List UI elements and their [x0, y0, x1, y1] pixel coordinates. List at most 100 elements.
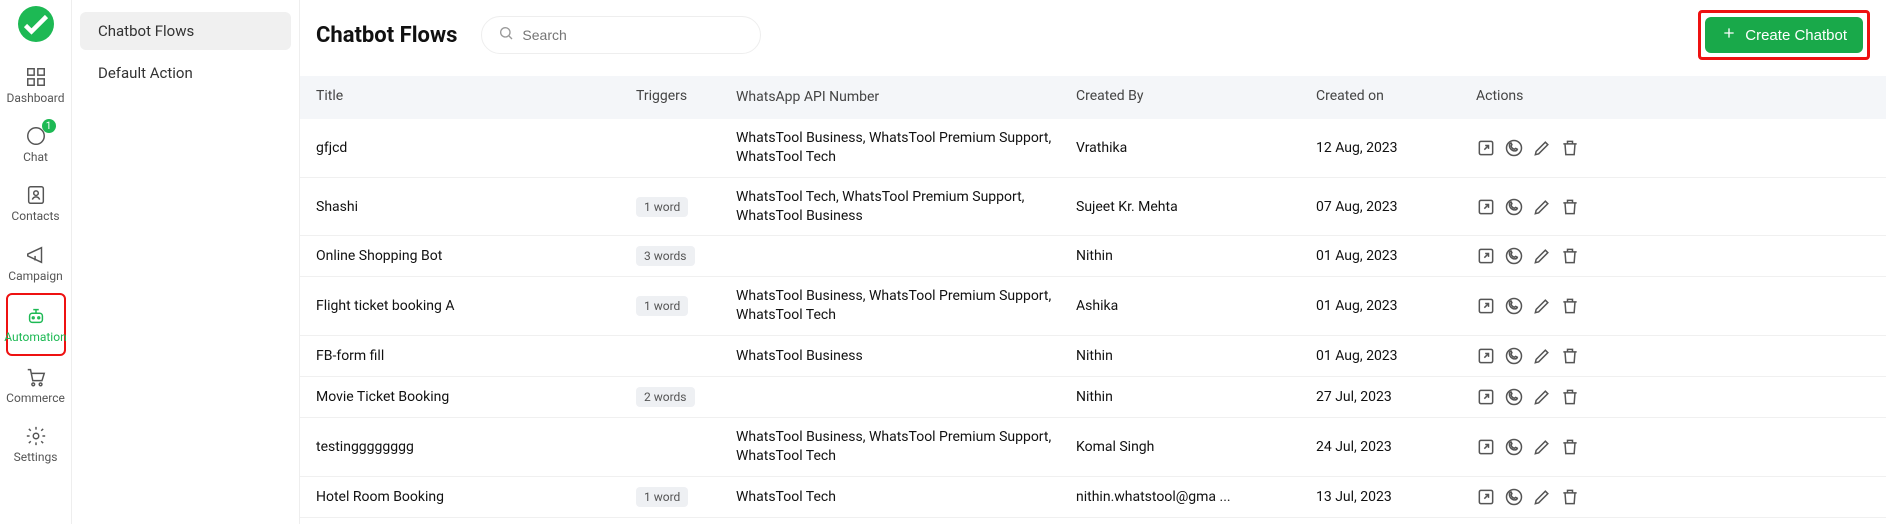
main-content: Chatbot Flows Create Chatbot Title Trigg… — [300, 0, 1886, 524]
edit-icon[interactable] — [1532, 246, 1552, 266]
cell-created-by: Nithin — [1076, 248, 1316, 264]
create-chatbot-button[interactable]: Create Chatbot — [1705, 17, 1863, 53]
nav-contacts-label: Contacts — [11, 210, 59, 223]
search-container[interactable] — [481, 16, 761, 54]
search-icon — [498, 25, 514, 45]
whatsapp-icon[interactable] — [1504, 296, 1524, 316]
search-input[interactable] — [522, 27, 744, 43]
col-actions: Actions — [1476, 88, 1870, 107]
plus-icon — [1721, 25, 1737, 45]
open-icon[interactable] — [1476, 437, 1496, 457]
page-title: Chatbot Flows — [316, 23, 457, 48]
open-icon[interactable] — [1476, 296, 1496, 316]
cell-created-by: Vrathika — [1076, 140, 1316, 156]
chat-badge: 1 — [42, 119, 56, 133]
cell-created-on: 01 Aug, 2023 — [1316, 248, 1476, 264]
col-triggers: Triggers — [636, 88, 736, 107]
cell-title: Hotel Room Booking — [316, 489, 636, 505]
trigger-chip: 1 word — [636, 487, 688, 507]
trigger-chip: 1 word — [636, 197, 688, 217]
open-icon[interactable] — [1476, 138, 1496, 158]
cell-triggers: 2 words — [636, 387, 736, 407]
delete-icon[interactable] — [1560, 487, 1580, 507]
nav-settings[interactable]: Settings — [6, 415, 66, 474]
nav-dashboard[interactable]: Dashboard — [6, 56, 66, 115]
sidebar-item-chatbot-flows[interactable]: Chatbot Flows — [80, 12, 291, 50]
cell-created-by: Komal Singh — [1076, 439, 1316, 455]
delete-icon[interactable] — [1560, 246, 1580, 266]
cell-triggers: 1 word — [636, 487, 736, 507]
table-row: Shashi 1 word WhatsTool Tech, WhatsTool … — [300, 178, 1886, 237]
whatsapp-icon[interactable] — [1504, 246, 1524, 266]
sidebar-item-default-action[interactable]: Default Action — [80, 54, 291, 92]
nav-campaign[interactable]: Campaign — [6, 234, 66, 293]
nav-contacts[interactable]: Contacts — [6, 174, 66, 233]
whatsapp-icon[interactable] — [1504, 487, 1524, 507]
nav-automation[interactable]: Automation — [6, 293, 66, 356]
cell-created-by: Nithin — [1076, 348, 1316, 364]
cell-triggers: 1 word — [636, 296, 736, 316]
delete-icon[interactable] — [1560, 138, 1580, 158]
cell-created-on: 12 Aug, 2023 — [1316, 140, 1476, 156]
nav-rail: Dashboard 1 Chat Contacts Campaign Autom… — [0, 0, 72, 524]
table-row: Flight ticket booking A 1 word WhatsTool… — [300, 277, 1886, 336]
whatsapp-icon[interactable] — [1504, 138, 1524, 158]
trigger-chip: 1 word — [636, 296, 688, 316]
edit-icon[interactable] — [1532, 387, 1552, 407]
open-icon[interactable] — [1476, 387, 1496, 407]
nav-chat[interactable]: 1 Chat — [6, 115, 66, 174]
col-created-by: Created By — [1076, 88, 1316, 107]
table-row: testingggggggg WhatsTool Business, Whats… — [300, 418, 1886, 477]
open-icon[interactable] — [1476, 246, 1496, 266]
delete-icon[interactable] — [1560, 437, 1580, 457]
cell-wapi: WhatsTool Tech — [736, 488, 1076, 507]
cell-title: FB-form fill — [316, 348, 636, 364]
whatsapp-icon[interactable] — [1504, 197, 1524, 217]
delete-icon[interactable] — [1560, 197, 1580, 217]
delete-icon[interactable] — [1560, 346, 1580, 366]
cell-created-on: 01 Aug, 2023 — [1316, 348, 1476, 364]
edit-icon[interactable] — [1532, 138, 1552, 158]
nav-dashboard-label: Dashboard — [6, 92, 64, 105]
trigger-chip: 3 words — [636, 246, 695, 266]
col-wapi: WhatsApp API Number — [736, 88, 1076, 107]
table-header: Title Triggers WhatsApp API Number Creat… — [300, 76, 1886, 119]
cell-title: Shashi — [316, 199, 636, 215]
cell-created-by: Ashika — [1076, 298, 1316, 314]
cell-triggers: 3 words — [636, 246, 736, 266]
edit-icon[interactable] — [1532, 437, 1552, 457]
cell-wapi: WhatsTool Business — [736, 347, 1076, 366]
edit-icon[interactable] — [1532, 346, 1552, 366]
cell-actions — [1476, 487, 1870, 507]
cell-wapi: WhatsTool Business, WhatsTool Premium Su… — [736, 428, 1076, 466]
delete-icon[interactable] — [1560, 296, 1580, 316]
open-icon[interactable] — [1476, 197, 1496, 217]
sidebar-item-label: Default Action — [98, 64, 193, 82]
create-chatbot-label: Create Chatbot — [1745, 27, 1847, 44]
app-logo — [18, 6, 54, 42]
open-icon[interactable] — [1476, 487, 1496, 507]
nav-commerce[interactable]: Commerce — [6, 356, 66, 415]
edit-icon[interactable] — [1532, 296, 1552, 316]
cell-title: testingggggggg — [316, 439, 636, 455]
trigger-chip: 2 words — [636, 387, 695, 407]
sidebar-item-label: Chatbot Flows — [98, 22, 194, 40]
cell-created-on: 13 Jul, 2023 — [1316, 489, 1476, 505]
whatsapp-icon[interactable] — [1504, 437, 1524, 457]
edit-icon[interactable] — [1532, 197, 1552, 217]
nav-commerce-label: Commerce — [6, 392, 65, 405]
open-icon[interactable] — [1476, 346, 1496, 366]
nav-chat-label: Chat — [23, 151, 48, 164]
delete-icon[interactable] — [1560, 387, 1580, 407]
cell-title: gfjcd — [316, 140, 636, 156]
whatsapp-icon[interactable] — [1504, 346, 1524, 366]
whatsapp-icon[interactable] — [1504, 387, 1524, 407]
table-body: gfjcd WhatsTool Business, WhatsTool Prem… — [300, 119, 1886, 518]
cell-created-on: 07 Aug, 2023 — [1316, 199, 1476, 215]
cell-created-by: Nithin — [1076, 389, 1316, 405]
cell-actions — [1476, 197, 1870, 217]
cell-wapi: WhatsTool Business, WhatsTool Premium Su… — [736, 129, 1076, 167]
edit-icon[interactable] — [1532, 487, 1552, 507]
nav-automation-label: Automation — [4, 331, 66, 344]
cell-actions — [1476, 387, 1870, 407]
